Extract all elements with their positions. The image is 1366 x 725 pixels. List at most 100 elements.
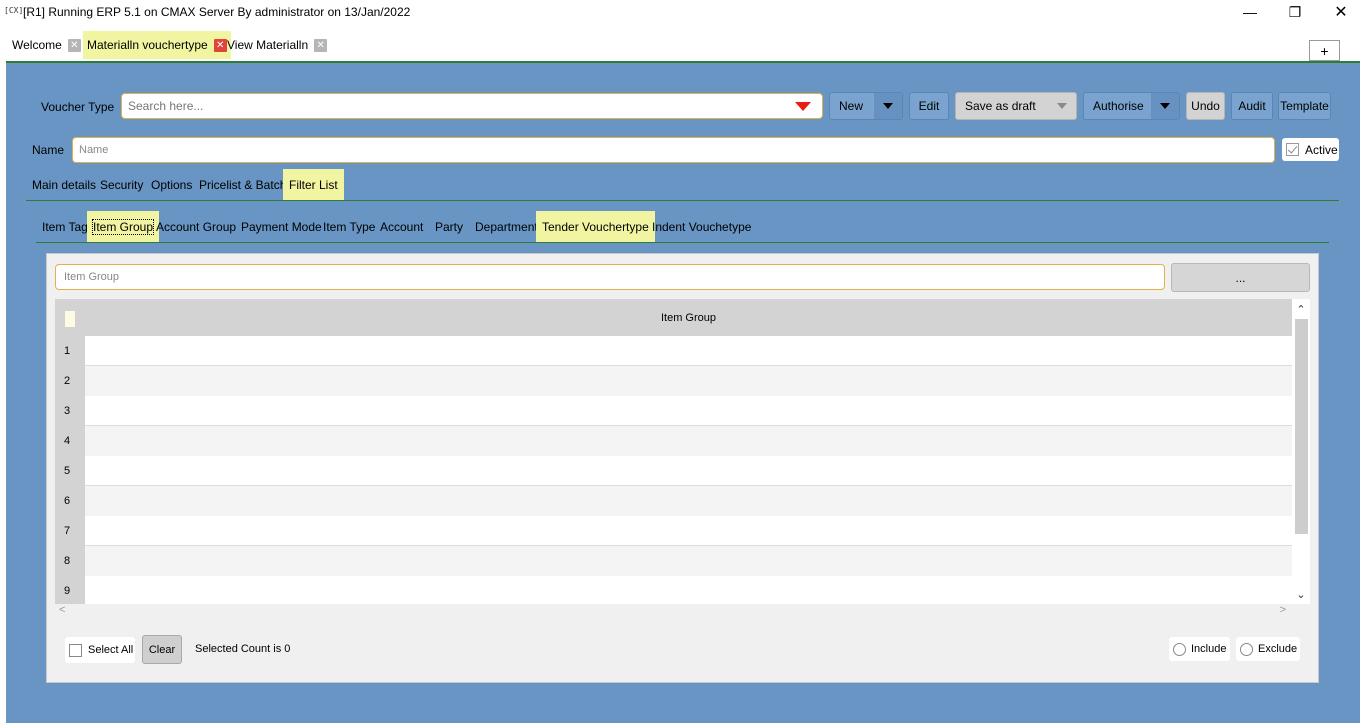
browse-button[interactable]: ... (1171, 263, 1310, 292)
table-cell[interactable] (85, 516, 1292, 546)
tab-view-materialln[interactable]: View Materialln ✕ (223, 31, 331, 59)
item-group-input[interactable] (56, 265, 1156, 289)
exclude-label: Exclude (1258, 643, 1298, 655)
tab-security[interactable]: Security (94, 169, 149, 200)
name-label: Name (32, 143, 65, 157)
voucher-type-search[interactable] (121, 93, 823, 119)
tab-options[interactable]: Options (145, 169, 198, 200)
window-title: [R1] Running ERP 5.1 on CMAX Server By a… (23, 5, 411, 19)
table-cell[interactable] (85, 426, 1292, 456)
select-all-check-icon[interactable] (69, 643, 82, 657)
table-cell[interactable] (85, 576, 1292, 604)
tab-indent-vouchetype[interactable]: Indent Vouchetype (646, 211, 757, 242)
save-as-draft-button[interactable]: Save as draft (955, 92, 1077, 120)
active-check-icon[interactable] (1286, 143, 1299, 156)
table-cell[interactable] (85, 366, 1292, 396)
table-row[interactable]: 3 (55, 396, 1292, 426)
minimize-icon[interactable]: — (1227, 2, 1273, 22)
save-as-draft-label: Save as draft (965, 99, 1036, 113)
dropdown-caret-icon[interactable] (795, 102, 811, 111)
voucher-type-label: Voucher Type (41, 100, 115, 114)
table-row[interactable]: 4 (55, 426, 1292, 456)
table-row[interactable]: 7 (55, 516, 1292, 546)
table-cell[interactable] (85, 546, 1292, 576)
template-button[interactable]: Template (1278, 92, 1331, 120)
filter-panel: ... Item Group 1 2 3 4 5 6 7 8 9 ⌃ ⌄ < > (46, 253, 1319, 683)
tab-label: View Materialln (227, 38, 309, 52)
tab-item-group[interactable]: Item Group (87, 211, 160, 242)
scroll-thumb[interactable] (1295, 319, 1308, 534)
title-bar: [CX] [R1] Running ERP 5.1 on CMAX Server… (0, 0, 1366, 24)
main-panel: Voucher Type New Edit Save as draft Auth… (6, 61, 1360, 723)
table-row[interactable]: 8 (55, 546, 1292, 576)
column-header-item-group[interactable]: Item Group (85, 299, 1292, 336)
tab-main-details[interactable]: Main details (26, 169, 102, 200)
tab-payment-mode[interactable]: Payment Mode (235, 211, 328, 242)
item-group-field[interactable] (55, 264, 1165, 290)
table-row[interactable]: 6 (55, 486, 1292, 516)
undo-button[interactable]: Undo (1186, 92, 1225, 120)
tab-filter-list[interactable]: Filter List (283, 169, 344, 200)
scroll-up-icon[interactable]: ⌃ (1292, 301, 1310, 317)
app-logo-icon: [CX] (4, 6, 24, 15)
edit-button[interactable]: Edit (909, 92, 949, 120)
include-radio[interactable]: Include (1169, 637, 1230, 661)
scroll-down-icon[interactable]: ⌄ (1292, 586, 1310, 602)
clear-button[interactable]: Clear (142, 635, 182, 664)
voucher-type-search-input[interactable] (122, 94, 782, 118)
table-row[interactable]: 9 (55, 576, 1292, 604)
horizontal-scrollbar[interactable]: < > (55, 604, 1292, 620)
active-checkbox[interactable]: Active (1282, 138, 1339, 161)
grid-header: Item Group (55, 299, 1292, 336)
tab-close-icon[interactable]: ✕ (67, 38, 81, 52)
tab-item-tag[interactable]: Item Tag (36, 211, 94, 242)
table-cell[interactable] (85, 396, 1292, 426)
include-label: Include (1191, 643, 1227, 655)
name-input[interactable] (73, 138, 1263, 162)
row-number: 6 (55, 486, 85, 516)
tab-welcome[interactable]: Welcome ✕ (8, 31, 85, 59)
table-cell[interactable] (85, 456, 1292, 486)
tab-account-group[interactable]: Account Group (150, 211, 242, 242)
authorise-label: Authorise (1093, 99, 1144, 113)
scroll-right-icon[interactable]: > (1280, 604, 1286, 616)
row-number: 9 (55, 576, 85, 604)
tab-label: Welcome (12, 38, 62, 52)
authorise-dropdown-icon[interactable] (1151, 93, 1179, 119)
maximize-icon[interactable]: ❐ (1272, 2, 1318, 22)
tab-pricelist-batch[interactable]: Pricelist & Batch (193, 169, 292, 200)
add-tab-button[interactable]: + (1309, 40, 1340, 61)
select-all-checkbox[interactable]: Select All (65, 637, 135, 663)
exclude-radio[interactable]: Exclude (1236, 637, 1300, 661)
table-row[interactable]: 2 (55, 366, 1292, 396)
tab-tender-vouchertype[interactable]: Tender Vouchertype (536, 211, 655, 242)
name-field[interactable] (72, 137, 1275, 163)
tab-department[interactable]: Department (469, 211, 544, 242)
save-dropdown-icon[interactable] (1048, 93, 1076, 119)
table-cell[interactable] (85, 336, 1292, 366)
tab-label: Materialln vouchertype (87, 38, 208, 52)
new-dropdown-icon[interactable] (874, 93, 902, 119)
exclude-radio-icon[interactable] (1240, 642, 1253, 656)
tab-party[interactable]: Party (429, 211, 469, 242)
row-number: 2 (55, 366, 85, 396)
table-row[interactable]: 5 (55, 456, 1292, 486)
authorise-button[interactable]: Authorise (1083, 92, 1180, 120)
tab-item-type[interactable]: Item Type (317, 211, 381, 242)
select-all-corner[interactable] (65, 311, 75, 327)
tab-item-group-label: Item Group (91, 218, 155, 235)
include-radio-icon[interactable] (1173, 642, 1186, 656)
table-row[interactable]: 1 (55, 336, 1292, 366)
audit-button[interactable]: Audit (1231, 92, 1273, 120)
select-all-label: Select All (88, 644, 134, 656)
table-cell[interactable] (85, 486, 1292, 516)
row-number: 5 (55, 456, 85, 486)
tab-account[interactable]: Account (374, 211, 429, 242)
vertical-scrollbar[interactable]: ⌃ ⌄ (1292, 299, 1310, 604)
tab-materialln-vouchertype[interactable]: Materialln vouchertype ✕ (83, 31, 231, 59)
scroll-left-icon[interactable]: < (59, 604, 65, 616)
tab-close-icon[interactable]: ✕ (314, 38, 328, 52)
close-window-icon[interactable]: ✕ (1318, 2, 1364, 22)
new-button[interactable]: New (829, 92, 903, 120)
row-number: 7 (55, 516, 85, 546)
